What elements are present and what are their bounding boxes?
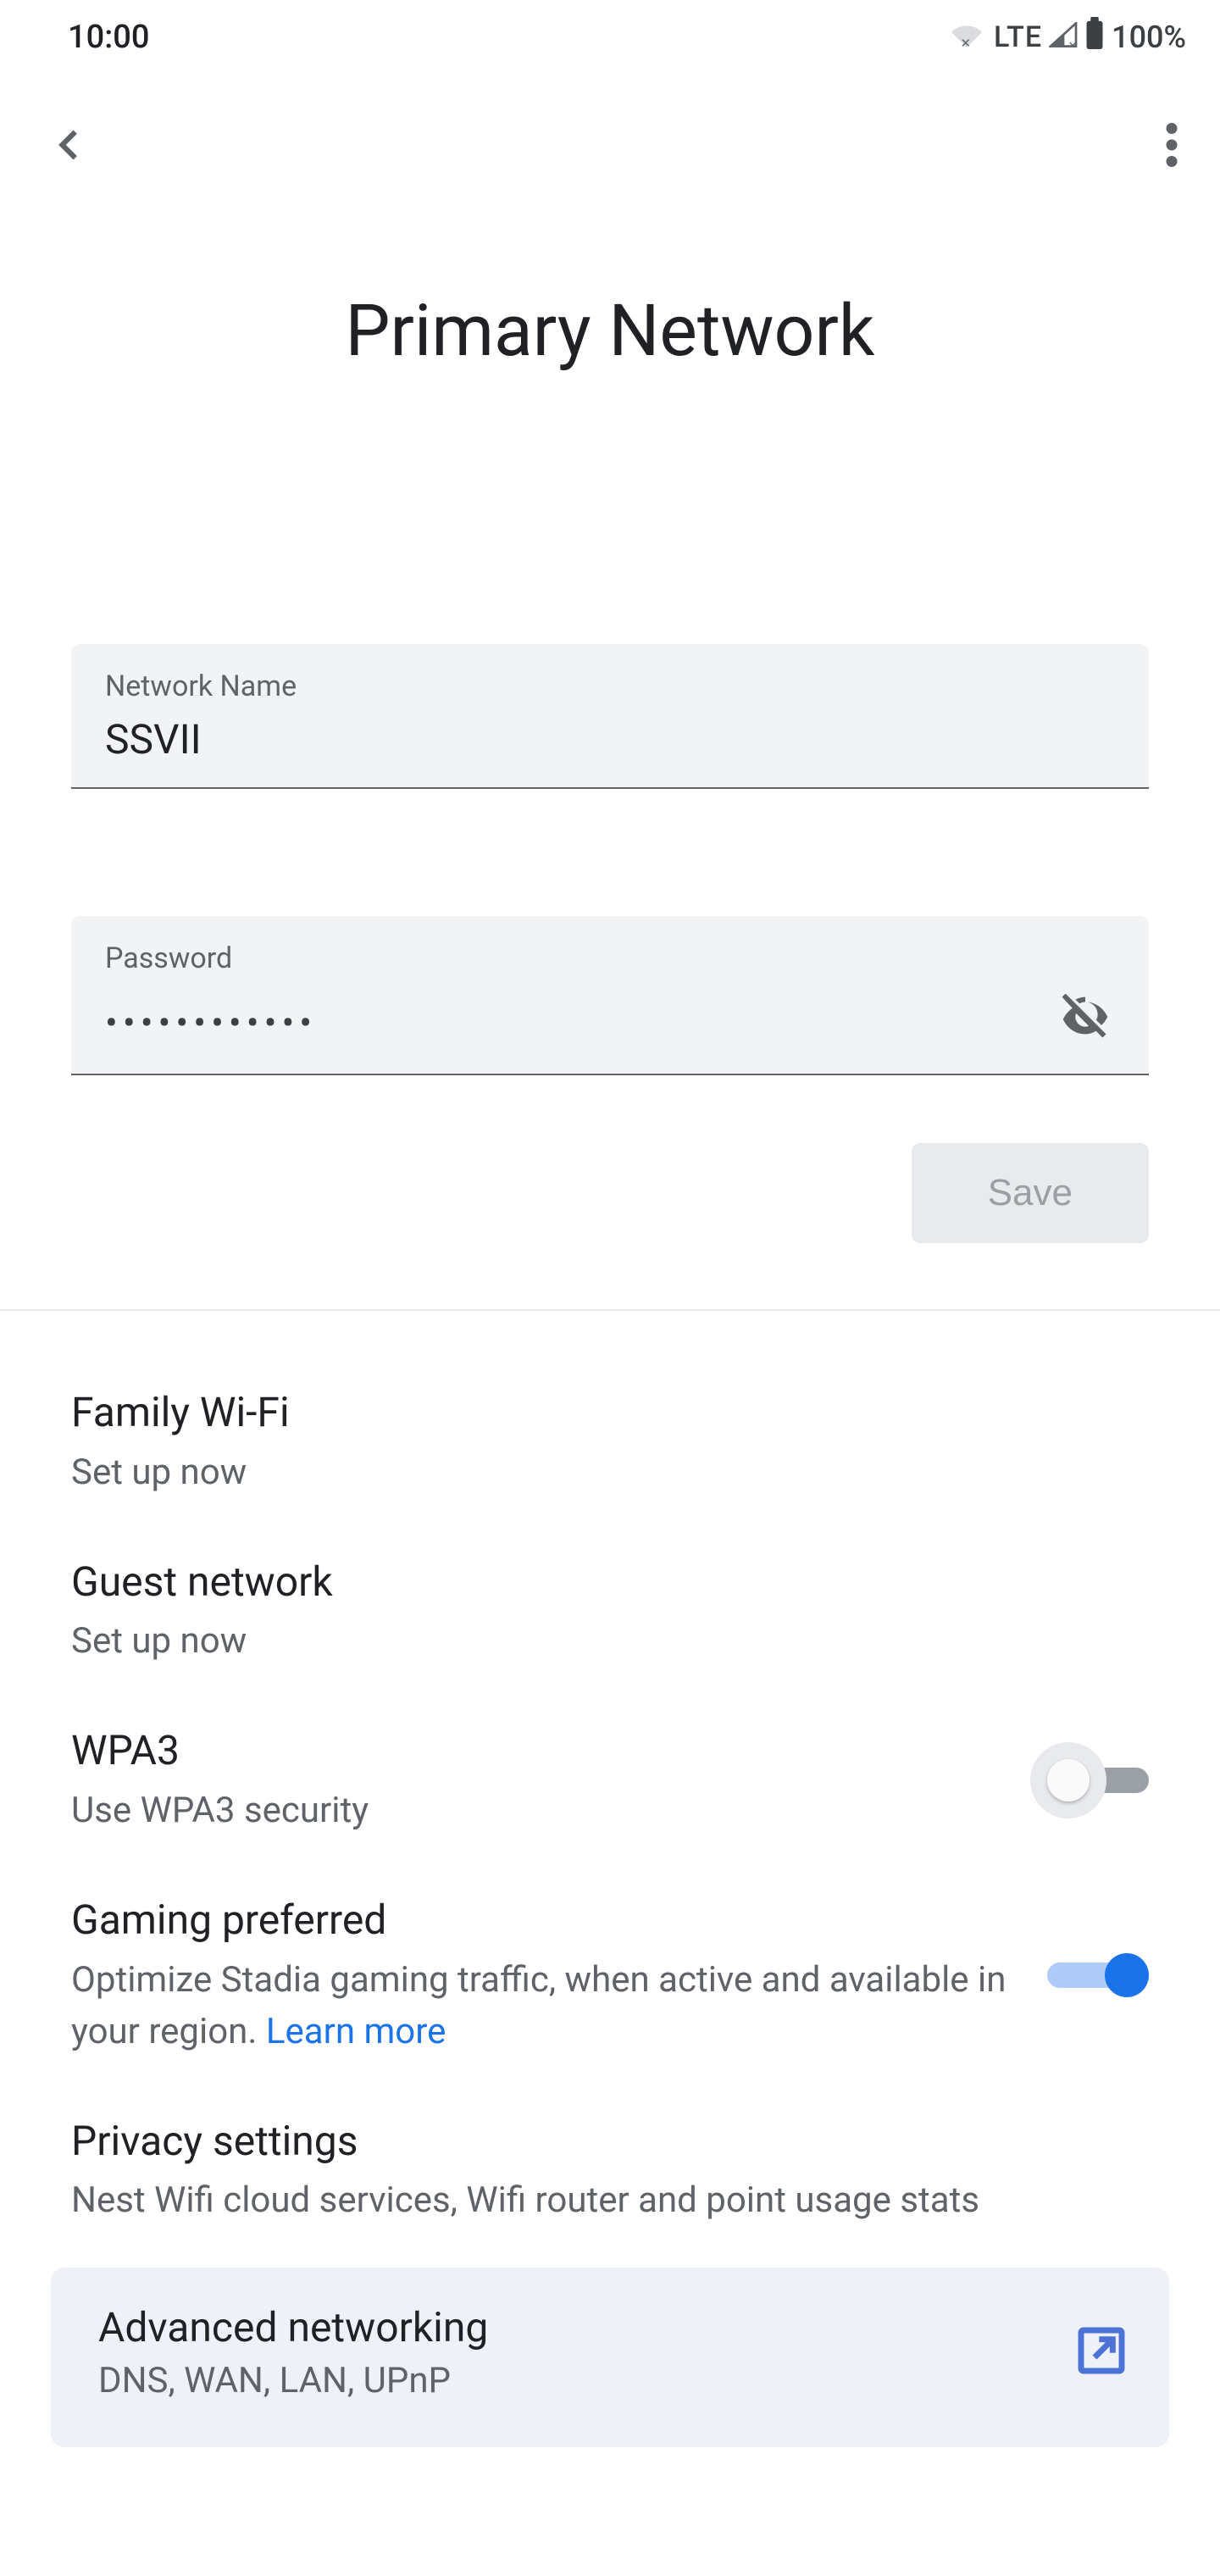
item-subtitle: Nest Wifi cloud services, Wifi router an… (71, 2175, 1149, 2227)
gaming-toggle[interactable] (1047, 1953, 1149, 1997)
wpa3-toggle[interactable] (1030, 1750, 1149, 1811)
status-icons: ✕ LTE ✕ 100% (951, 17, 1186, 57)
item-subtitle: DNS, WAN, LAN, UPnP (98, 2360, 488, 2401)
battery-icon (1084, 17, 1105, 57)
item-title: Gaming preferred (71, 1893, 1013, 1948)
item-title: Family Wi-Fi (71, 1385, 1149, 1441)
save-button[interactable]: Save (912, 1143, 1149, 1243)
item-subtitle: Set up now (71, 1447, 1149, 1499)
item-subtitle: Set up now (71, 1616, 1149, 1668)
svg-text:✕: ✕ (1068, 39, 1078, 47)
svg-text:✕: ✕ (960, 36, 971, 47)
wifi-off-icon: ✕ (951, 19, 982, 55)
item-title: Guest network (71, 1555, 1149, 1610)
advanced-networking-item[interactable]: Advanced networking DNS, WAN, LAN, UPnP (51, 2268, 1169, 2447)
password-value: •••••••••••• (105, 1001, 317, 1045)
app-bar (0, 72, 1220, 204)
more-icon[interactable] (1166, 123, 1178, 170)
item-subtitle: Use WPA3 security (71, 1785, 996, 1837)
wpa3-item[interactable]: WPA3 Use WPA3 security (71, 1700, 1149, 1869)
network-name-value: SSVII (105, 715, 1115, 763)
privacy-settings-item[interactable]: Privacy settings Nest Wifi cloud service… (71, 2090, 1149, 2260)
item-title: Advanced networking (98, 2303, 488, 2351)
open-in-new-icon (1074, 2323, 1128, 2381)
network-name-label: Network Name (105, 669, 1115, 703)
signal-icon: ✕ (1049, 19, 1078, 55)
visibility-off-icon[interactable] (1056, 987, 1115, 1050)
network-name-field[interactable]: Network Name SSVII (71, 644, 1149, 789)
password-label: Password (105, 941, 1115, 975)
status-time: 10:00 (68, 19, 149, 56)
item-subtitle: Optimize Stadia gaming traffic, when act… (71, 1955, 1013, 2058)
back-icon[interactable] (51, 125, 90, 168)
battery-percent: 100% (1112, 19, 1186, 55)
network-type: LTE (994, 20, 1042, 54)
guest-network-item[interactable]: Guest network Set up now (71, 1531, 1149, 1701)
family-wifi-item[interactable]: Family Wi-Fi Set up now (71, 1362, 1149, 1531)
status-bar: 10:00 ✕ LTE ✕ 100% (0, 0, 1220, 72)
page-title: Primary Network (0, 289, 1220, 373)
password-field[interactable]: Password •••••••••••• (71, 916, 1149, 1075)
item-title: Privacy settings (71, 2114, 1149, 2169)
gaming-preferred-item[interactable]: Gaming preferred Optimize Stadia gaming … (71, 1869, 1149, 2090)
item-title: WPA3 (71, 1724, 996, 1779)
learn-more-link[interactable]: Learn more (266, 2011, 446, 2052)
